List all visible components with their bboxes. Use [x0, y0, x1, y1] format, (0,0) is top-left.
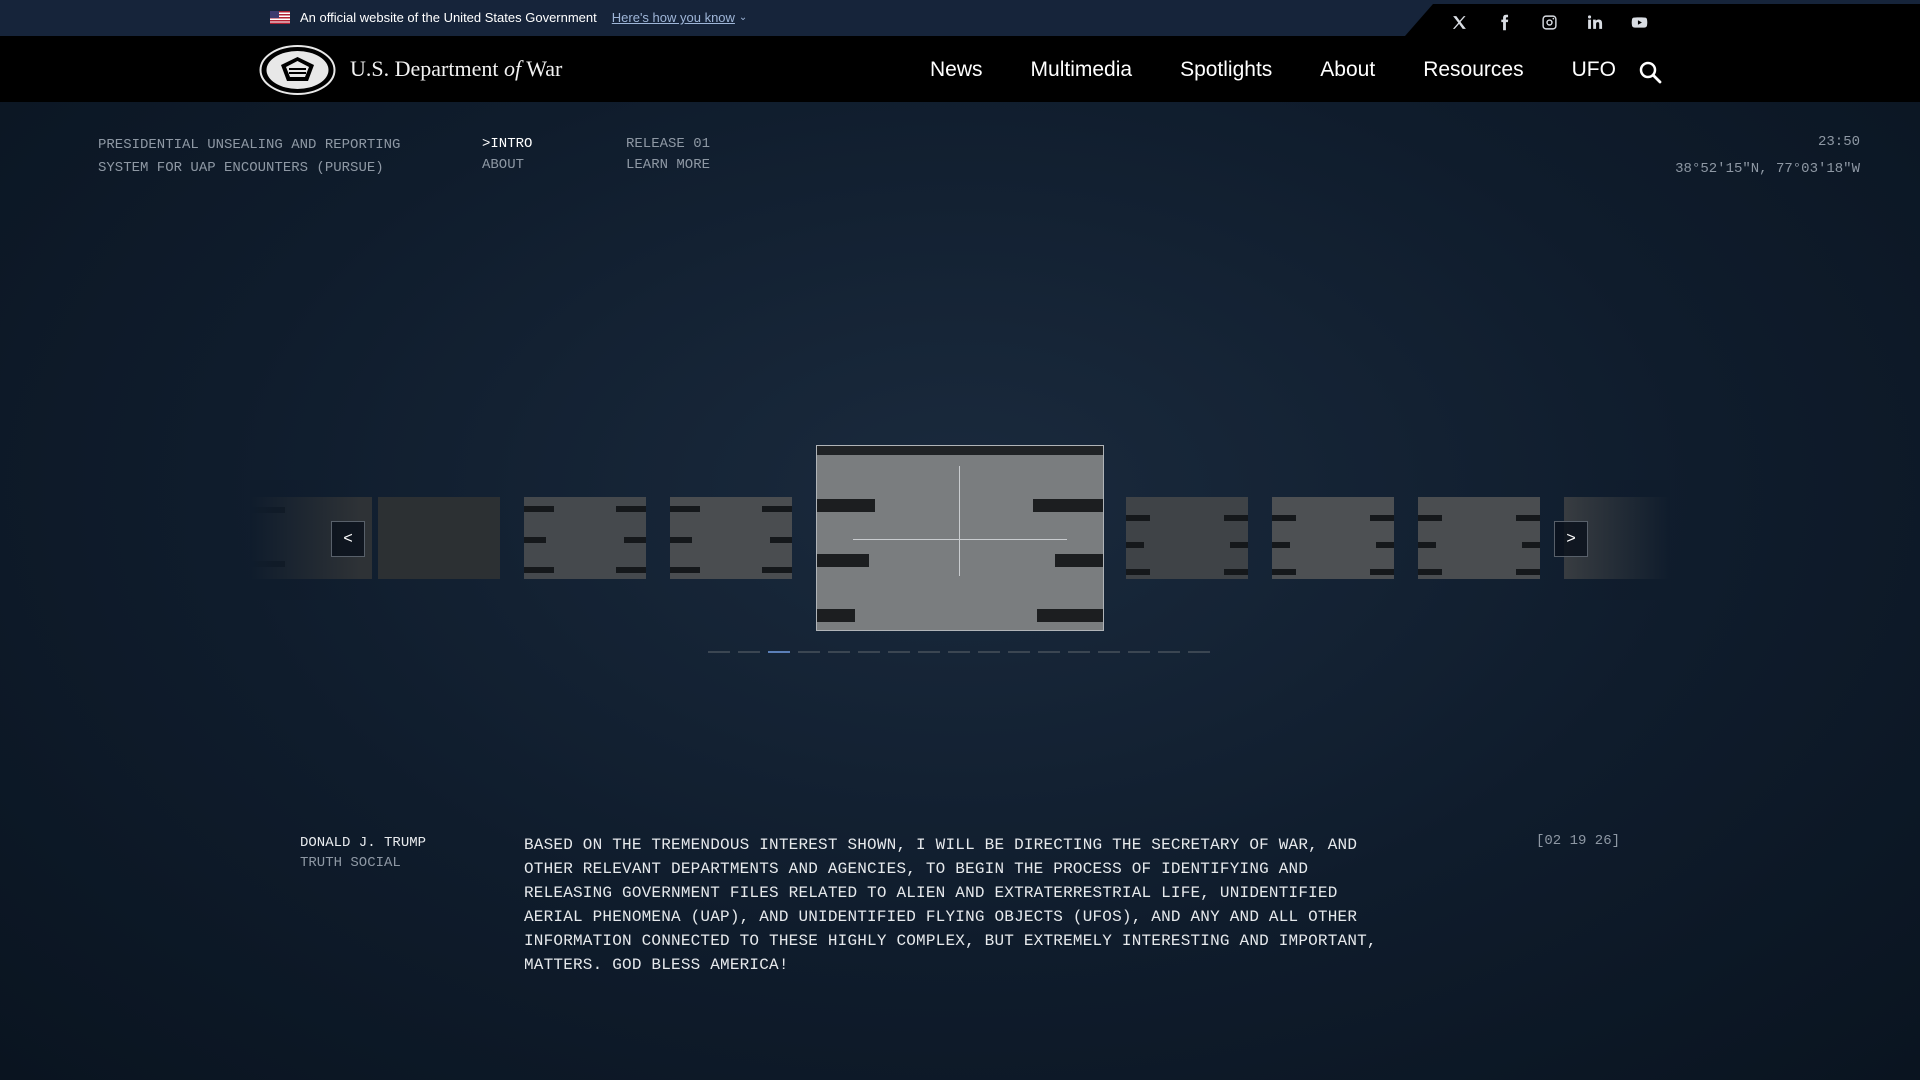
carousel-thumbnail[interactable] — [670, 497, 792, 579]
carousel-next-button[interactable]: > — [1554, 521, 1588, 557]
carousel-dot[interactable] — [1038, 651, 1060, 653]
carousel-dot[interactable] — [1158, 651, 1180, 653]
us-flag-icon — [270, 11, 290, 24]
carousel-dot[interactable] — [738, 651, 760, 653]
nav-ufo[interactable]: UFO — [1572, 58, 1616, 82]
carousel-dot[interactable] — [978, 651, 1000, 653]
search-icon[interactable] — [1638, 60, 1662, 84]
coordinates-readout: 38°52'15"N, 77°03'18"W — [1675, 161, 1860, 177]
carousel-dot[interactable] — [768, 651, 790, 653]
department-title-prefix: U.S. Department — [350, 56, 499, 81]
facebook-icon[interactable] — [1492, 10, 1516, 34]
carousel-thumbnail[interactable] — [1418, 497, 1540, 579]
learn-more-link[interactable]: LEARN MORE — [626, 155, 710, 176]
section-nav: >INTRO ABOUT — [482, 134, 532, 176]
carousel-dot[interactable] — [888, 651, 910, 653]
instagram-icon[interactable] — [1537, 10, 1561, 34]
carousel-dot[interactable] — [828, 651, 850, 653]
carousel-thumbnail[interactable] — [1272, 497, 1394, 579]
youtube-icon[interactable] — [1627, 10, 1651, 34]
carousel-dot[interactable] — [858, 651, 880, 653]
quote-date: [02 19 26] — [1536, 833, 1621, 849]
release-01-link[interactable]: RELEASE 01 — [626, 134, 710, 155]
carousel-thumbnail[interactable] — [1126, 497, 1248, 579]
nav-multimedia[interactable]: Multimedia — [1031, 58, 1133, 82]
nav-about[interactable]: About — [1320, 58, 1375, 82]
nav-menu: News Multimedia Spotlights About Resourc… — [930, 58, 1616, 82]
gov-banner-content: An official website of the United States… — [270, 10, 747, 25]
quote-author-name: DONALD J. TRUMP — [300, 835, 427, 851]
carousel-dot[interactable] — [798, 651, 820, 653]
carousel-thumbnail[interactable] — [524, 497, 646, 579]
intro-link[interactable]: >INTRO — [482, 134, 532, 155]
nav-news[interactable]: News — [930, 58, 983, 82]
how-you-know-link[interactable]: Here's how you know — [612, 10, 735, 25]
nav-resources[interactable]: Resources — [1423, 58, 1523, 82]
clock-readout: 23:50 — [1817, 134, 1860, 150]
chevron-down-icon[interactable]: ⌄ — [739, 12, 747, 23]
crosshair-vertical — [959, 466, 960, 576]
media-carousel: < > — [250, 440, 1670, 660]
intro-label: INTRO — [490, 136, 533, 152]
carousel-pagination — [708, 651, 1210, 653]
carousel-dot[interactable] — [1128, 651, 1150, 653]
carousel-dot[interactable] — [948, 651, 970, 653]
carousel-dot[interactable] — [1098, 651, 1120, 653]
social-links — [1447, 10, 1651, 34]
quote-source: TRUTH SOCIAL — [300, 855, 401, 871]
department-title[interactable]: U.S. Department of War — [350, 56, 562, 82]
gov-banner-text: An official website of the United States… — [300, 10, 597, 25]
crosshair-horizontal — [853, 539, 1067, 540]
dow-seal-logo[interactable] — [259, 45, 336, 95]
linkedin-icon[interactable] — [1582, 10, 1606, 34]
department-title-of: of — [503, 56, 522, 81]
carousel-dot[interactable] — [918, 651, 940, 653]
about-link[interactable]: ABOUT — [482, 155, 532, 176]
department-title-suffix: War — [526, 56, 563, 81]
carousel-dot[interactable] — [708, 651, 730, 653]
carousel-dot[interactable] — [1008, 651, 1030, 653]
carousel-dot[interactable] — [1068, 651, 1090, 653]
quote-attribution: DONALD J. TRUMP TRUTH SOCIAL — [300, 833, 426, 873]
x-icon[interactable] — [1447, 10, 1471, 34]
page-title: PRESIDENTIAL UNSEALING AND REPORTING SYS… — [98, 137, 401, 176]
active-video-frame[interactable] — [816, 445, 1104, 631]
carousel-dot[interactable] — [1188, 651, 1210, 653]
carousel-prev-button[interactable]: < — [331, 521, 365, 557]
nav-spotlights[interactable]: Spotlights — [1180, 58, 1272, 82]
release-nav: RELEASE 01 LEARN MORE — [626, 134, 710, 176]
quote-text: BASED ON THE TREMENDOUS INTEREST SHOWN, … — [524, 836, 1377, 974]
carousel-thumbnail[interactable] — [378, 497, 500, 579]
